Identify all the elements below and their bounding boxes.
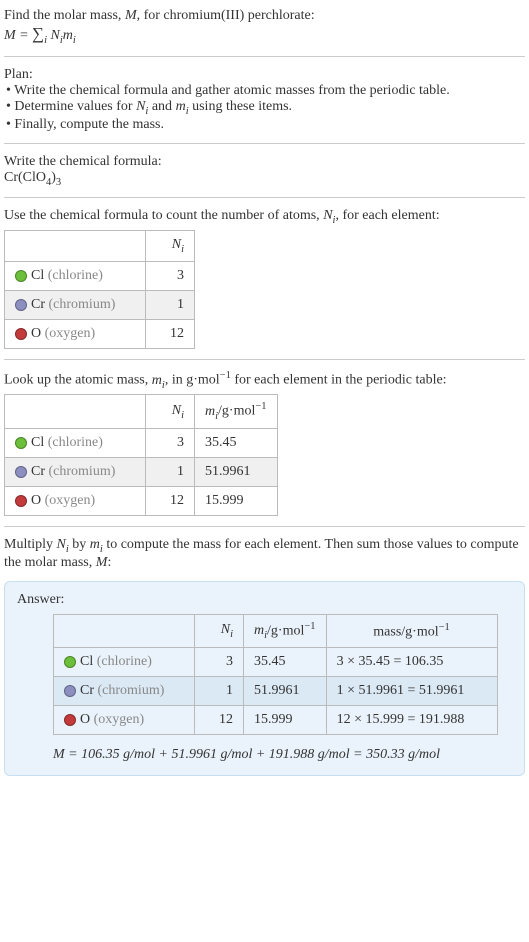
element-name: (oxygen) xyxy=(45,326,96,341)
table-row: O (oxygen) 12 15.999 xyxy=(5,486,278,515)
mass-value: 1 × 51.9961 = 51.9961 xyxy=(326,677,497,706)
element-dot-icon xyxy=(64,714,76,726)
table-row: O (oxygen) 12 xyxy=(5,319,195,348)
element-name: (chromium) xyxy=(49,464,116,479)
ni-value: 3 xyxy=(195,648,244,677)
divider xyxy=(4,526,525,527)
answer-box: Answer: Ni mi/g·mol−1 mass/g·mol−1 Cl (c… xyxy=(4,581,525,776)
element-name: (chromium) xyxy=(98,683,165,698)
table-header-ni: Ni xyxy=(195,614,244,647)
element-name: (oxygen) xyxy=(94,712,145,727)
element-dot-icon xyxy=(15,437,27,449)
ni-value: 1 xyxy=(146,457,195,486)
mi-value: 51.9961 xyxy=(195,457,278,486)
element-name: (chromium) xyxy=(49,297,116,312)
element-symbol: Cr xyxy=(31,464,45,479)
plan-section: Plan: • Write the chemical formula and g… xyxy=(4,63,525,137)
element-symbol: Cr xyxy=(31,297,45,312)
chemical-formula-section: Write the chemical formula: Cr(ClO4)3 xyxy=(4,150,525,192)
table-row: Cr (chromium) 1 xyxy=(5,290,195,319)
mi-value: 51.9961 xyxy=(244,677,327,706)
table-header-ni: Ni xyxy=(146,395,195,428)
problem-header: Find the molar mass, M, for chromium(III… xyxy=(4,4,525,50)
table-row: O (oxygen) 12 15.999 12 × 15.999 = 191.9… xyxy=(54,706,498,735)
element-name: (chlorine) xyxy=(97,654,152,669)
element-symbol: O xyxy=(80,712,90,727)
count-atoms-section: Use the chemical formula to count the nu… xyxy=(4,204,525,353)
atomic-mass-table: Ni mi/g·mol−1 Cl (chlorine) 3 35.45 Cr (… xyxy=(4,394,278,515)
count-atoms-heading: Use the chemical formula to count the nu… xyxy=(4,208,525,226)
element-name: (chlorine) xyxy=(48,268,103,283)
mass-value: 3 × 35.45 = 106.35 xyxy=(326,648,497,677)
molar-mass-equation: M = ∑i Nimi xyxy=(4,24,525,46)
element-dot-icon xyxy=(15,495,27,507)
table-header-mi: mi/g·mol−1 xyxy=(244,614,327,647)
element-name: (oxygen) xyxy=(45,493,96,508)
ni-value: 1 xyxy=(146,290,195,319)
plan-item: • Determine values for Ni and mi using t… xyxy=(6,99,525,117)
ni-value: 3 xyxy=(146,261,195,290)
mi-value: 15.999 xyxy=(244,706,327,735)
plan-item: • Finally, compute the mass. xyxy=(6,117,525,133)
table-header-empty xyxy=(5,395,146,428)
mi-value: 35.45 xyxy=(244,648,327,677)
table-header-mass: mass/g·mol−1 xyxy=(326,614,497,647)
divider xyxy=(4,56,525,57)
plan-heading: Plan: xyxy=(4,67,525,83)
mass-value: 12 × 15.999 = 191.988 xyxy=(326,706,497,735)
element-symbol: O xyxy=(31,326,41,341)
divider xyxy=(4,143,525,144)
final-equation: M = 106.35 g/mol + 51.9961 g/mol + 191.9… xyxy=(53,747,512,763)
element-symbol: Cl xyxy=(80,654,93,669)
ni-value: 1 xyxy=(195,677,244,706)
element-dot-icon xyxy=(15,328,27,340)
table-row: Cr (chromium) 1 51.9961 xyxy=(5,457,278,486)
element-dot-icon xyxy=(15,466,27,478)
table-row: Cl (chlorine) 3 35.45 xyxy=(5,428,278,457)
table-header-empty xyxy=(5,231,146,262)
element-symbol: Cr xyxy=(80,683,94,698)
multiply-heading: Multiply Ni by mi to compute the mass fo… xyxy=(4,537,525,571)
multiply-section: Multiply Ni by mi to compute the mass fo… xyxy=(4,533,525,575)
table-header-mi: mi/g·mol−1 xyxy=(195,395,278,428)
ni-value: 12 xyxy=(146,319,195,348)
element-symbol: O xyxy=(31,493,41,508)
ni-value: 3 xyxy=(146,428,195,457)
chemical-formula-heading: Write the chemical formula: xyxy=(4,154,525,170)
atomic-mass-section: Look up the atomic mass, mi, in g·mol−1 … xyxy=(4,366,525,520)
mi-value: 35.45 xyxy=(195,428,278,457)
divider xyxy=(4,359,525,360)
element-dot-icon xyxy=(15,299,27,311)
element-dot-icon xyxy=(64,656,76,668)
element-symbol: Cl xyxy=(31,268,44,283)
element-dot-icon xyxy=(64,685,76,697)
mi-value: 15.999 xyxy=(195,486,278,515)
answer-table: Ni mi/g·mol−1 mass/g·mol−1 Cl (chlorine)… xyxy=(53,614,498,735)
table-row: Cr (chromium) 1 51.9961 1 × 51.9961 = 51… xyxy=(54,677,498,706)
table-header-empty xyxy=(54,614,195,647)
chemical-formula-value: Cr(ClO4)3 xyxy=(4,170,525,188)
ni-value: 12 xyxy=(195,706,244,735)
atomic-mass-heading: Look up the atomic mass, mi, in g·mol−1 … xyxy=(4,370,525,390)
plan-item: • Write the chemical formula and gather … xyxy=(6,83,525,99)
answer-label: Answer: xyxy=(17,592,512,608)
count-atoms-table: Ni Cl (chlorine) 3 Cr (chromium) 1 O (ox… xyxy=(4,230,195,349)
element-name: (chlorine) xyxy=(48,435,103,450)
table-row: Cl (chlorine) 3 xyxy=(5,261,195,290)
divider xyxy=(4,197,525,198)
table-row: Cl (chlorine) 3 35.45 3 × 35.45 = 106.35 xyxy=(54,648,498,677)
element-symbol: Cl xyxy=(31,435,44,450)
problem-title: Find the molar mass, M, for chromium(III… xyxy=(4,8,525,24)
table-header-ni: Ni xyxy=(146,231,195,262)
ni-value: 12 xyxy=(146,486,195,515)
element-dot-icon xyxy=(15,270,27,282)
